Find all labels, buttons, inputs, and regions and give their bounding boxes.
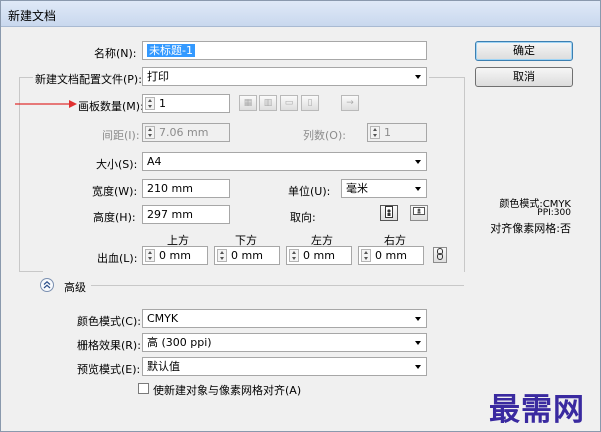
height-label: 高度(H): — [93, 211, 136, 224]
width-value: 210 mm — [147, 182, 193, 195]
ok-button[interactable]: 确定 — [475, 41, 573, 61]
cancel-button[interactable]: 取消 — [475, 67, 573, 87]
spacing-label: 间距(I): — [102, 129, 140, 142]
name-input[interactable]: 未标题-1 — [142, 41, 427, 60]
color-mode-select[interactable]: CMYK — [142, 309, 427, 328]
align-pixel-grid-checkbox[interactable] — [138, 383, 149, 394]
bleed-right-value: 0 mm — [375, 249, 407, 262]
info-pixel-grid: 对齐像素网格:否 — [490, 222, 571, 235]
chevron-down-icon — [415, 341, 421, 345]
columns-value: 1 — [384, 126, 391, 139]
chevron-down-icon — [415, 160, 421, 164]
group-right-line — [464, 77, 465, 272]
change-to-rtl-icon[interactable]: → — [341, 95, 359, 111]
color-mode-label: 颜色模式(C): — [77, 315, 141, 328]
grid-by-row-icon[interactable]: ▦ — [239, 95, 257, 111]
columns-stepper: 1 — [367, 123, 427, 142]
info-ppi: PPI:300 — [537, 208, 571, 218]
spacing-stepper: 7.06 mm — [142, 123, 230, 142]
raster-effects-label: 栅格效果(R): — [77, 339, 141, 352]
advanced-divider — [91, 285, 464, 286]
name-value: 未标题-1 — [147, 44, 195, 57]
size-select[interactable]: A4 — [142, 152, 427, 171]
stepper-arrows-icon[interactable] — [361, 249, 371, 262]
bleed-top-stepper[interactable]: 0 mm — [142, 246, 208, 265]
profile-label: 新建文档配置文件(P): — [35, 73, 142, 86]
width-input[interactable]: 210 mm — [142, 179, 230, 198]
artboards-label: 画板数量(M): — [78, 100, 144, 113]
height-value: 297 mm — [147, 208, 193, 221]
title-bar: 新建文档 — [1, 1, 600, 27]
group-top-line-right — [429, 77, 465, 78]
grid-by-column-icon[interactable]: ▥ — [259, 95, 277, 111]
window-title: 新建文档 — [8, 9, 57, 23]
stepper-arrows-icon[interactable] — [145, 249, 155, 262]
bleed-right-stepper[interactable]: 0 mm — [358, 246, 424, 265]
new-document-dialog: 新建文档 名称(N): 未标题-1 新建文档配置文件(P): 打印 画板数量(M… — [0, 0, 601, 432]
preview-mode-select[interactable]: 默认值 — [142, 357, 427, 376]
watermark-logo: 最需网 — [489, 392, 585, 428]
chevron-down-icon — [415, 75, 421, 79]
size-label: 大小(S): — [96, 158, 138, 171]
artboards-value: 1 — [159, 97, 166, 110]
stepper-arrows-icon — [370, 126, 380, 139]
profile-select[interactable]: 打印 — [142, 67, 427, 86]
preview-mode-value: 默认值 — [147, 360, 180, 373]
stepper-arrows-icon[interactable] — [289, 249, 299, 262]
units-value: 毫米 — [346, 182, 368, 195]
portrait-icon[interactable] — [380, 205, 398, 221]
stepper-arrows-icon — [145, 126, 155, 139]
columns-label: 列数(O): — [303, 129, 346, 142]
height-input[interactable]: 297 mm — [142, 205, 230, 224]
chevron-down-icon — [415, 187, 421, 191]
name-label: 名称(N): — [94, 47, 137, 60]
align-pixel-grid-label[interactable]: 使新建对象与像素网格对齐(A) — [153, 382, 301, 398]
bleed-top-value: 0 mm — [159, 249, 191, 262]
raster-effects-value: 高 (300 ppi) — [147, 336, 212, 349]
stepper-arrows-icon[interactable] — [145, 97, 155, 110]
units-select[interactable]: 毫米 — [341, 179, 427, 198]
orientation-label: 取向: — [290, 211, 316, 224]
link-chain-icon[interactable] — [433, 247, 447, 263]
color-mode-value: CMYK — [147, 312, 179, 325]
arrange-by-column-icon[interactable]: ▯ — [301, 95, 319, 111]
bleed-bottom-value: 0 mm — [231, 249, 263, 262]
arrange-by-row-icon[interactable]: ▭ — [280, 95, 298, 111]
artboards-stepper[interactable]: 1 — [142, 94, 230, 113]
chevron-down-icon — [415, 317, 421, 321]
chevron-up-icon — [43, 280, 51, 289]
collapse-advanced-button[interactable] — [40, 278, 54, 292]
size-value: A4 — [147, 155, 162, 168]
bleed-label: 出血(L): — [97, 252, 138, 265]
group-top-line — [19, 77, 33, 78]
stepper-arrows-icon[interactable] — [217, 249, 227, 262]
width-label: 宽度(W): — [92, 185, 138, 198]
spacing-value: 7.06 mm — [159, 126, 209, 139]
units-label: 单位(U): — [288, 185, 331, 198]
group-bottom-line — [19, 271, 43, 272]
bleed-left-stepper[interactable]: 0 mm — [286, 246, 352, 265]
bleed-left-value: 0 mm — [303, 249, 335, 262]
preview-mode-label: 预览模式(E): — [77, 363, 141, 376]
profile-value: 打印 — [147, 70, 169, 83]
bleed-bottom-stepper[interactable]: 0 mm — [214, 246, 280, 265]
advanced-label: 高级 — [64, 281, 86, 294]
landscape-icon[interactable] — [410, 205, 428, 221]
red-arrow-icon — [15, 100, 77, 108]
chevron-down-icon — [415, 365, 421, 369]
raster-effects-select[interactable]: 高 (300 ppi) — [142, 333, 427, 352]
